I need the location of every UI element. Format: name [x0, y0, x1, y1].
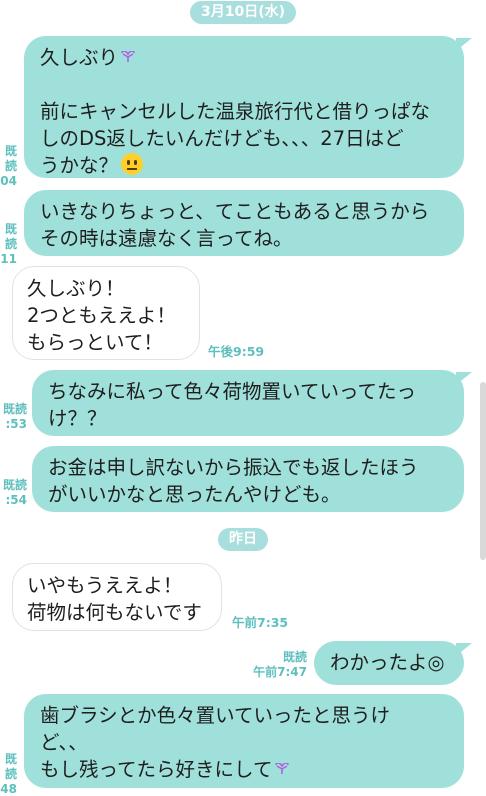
- message-text: ちなみに私って色々荷物置いていってたっ: [48, 380, 416, 403]
- message-time: 午前7:35: [232, 615, 289, 630]
- bubble-tail: [456, 38, 472, 51]
- message-text: 荷物は何もないです: [27, 601, 202, 624]
- message-text: その時は遠慮なく言ってね。: [40, 227, 293, 250]
- message-text: け？？: [48, 407, 107, 430]
- message-text: もし残ってたら好きにして: [40, 756, 450, 783]
- bubble-tail: [456, 372, 472, 385]
- bubble-tail: [456, 643, 472, 656]
- message-text: 2つともええよ！: [27, 304, 176, 327]
- message-text: [40, 71, 450, 98]
- date-separator: 3月10日(水): [189, 1, 297, 24]
- read-receipt: 既読 午前7:47: [253, 650, 307, 679]
- message-bubble-sent[interactable]: 久しぶり 前にキャンセルした温泉旅行代と借りっぱな しのDS返したいんだけども、…: [24, 36, 464, 178]
- message-time: 午後9:59: [208, 344, 265, 359]
- purple-heart-icon: [121, 51, 135, 62]
- message-text: わかったよ◎: [330, 651, 445, 674]
- message-text: 前にキャンセルした温泉旅行代と借りっぱな: [40, 100, 431, 123]
- message-bubble-received[interactable]: いやもうええよ！ 荷物は何もないです: [12, 563, 222, 631]
- message-bubble-sent[interactable]: 歯ブラシとか色々置いていったと思うけ ど、、 もし残ってたら好きにして: [24, 694, 464, 788]
- neutral-face-icon: [121, 153, 144, 175]
- message-bubble-received[interactable]: 久しぶり！ 2つともええよ！ もらっといて！: [12, 266, 200, 360]
- message-text: ど、、: [40, 731, 88, 754]
- message-text: もらっといて！: [27, 331, 163, 354]
- read-receipt: 既読:53: [2, 402, 27, 431]
- message-text: いやもうええよ！: [27, 574, 183, 597]
- read-receipt: 既読:54: [2, 478, 27, 507]
- message-bubble-sent[interactable]: わかったよ◎: [314, 641, 464, 685]
- scrollbar[interactable]: [480, 382, 486, 560]
- message-text: 久しぶり: [40, 44, 450, 71]
- message-text: うかな？: [40, 152, 450, 179]
- message-bubble-sent[interactable]: お金は申し訳ないから振込でも返したほう がいいかなと思ったんやけども。: [32, 446, 464, 512]
- message-text: お金は申し訳ないから振込でも返したほう: [48, 456, 419, 479]
- message-text: がいいかなと思ったんやけども。: [48, 483, 341, 506]
- message-text: しのDS返したいんだけども、、、27日はど: [40, 127, 404, 150]
- message-text: いきなりちょっと、てこともあると思うから: [40, 200, 430, 223]
- purple-heart-icon: [275, 763, 290, 774]
- chat-area[interactable]: 3月10日(水) 既読 04 久しぶり 前にキャンセルした温泉旅行代と借りっぱな …: [0, 0, 486, 796]
- message-bubble-sent[interactable]: いきなりちょっと、てこともあると思うから その時は遠慮なく言ってね。: [24, 190, 464, 256]
- read-receipt: 既読 48: [0, 752, 17, 796]
- read-receipt: 既読 11: [0, 222, 17, 266]
- date-separator: 昨日: [218, 528, 268, 551]
- read-receipt: 既読 04: [0, 144, 17, 188]
- message-bubble-sent[interactable]: ちなみに私って色々荷物置いていってたっ け？？: [32, 370, 464, 436]
- message-text: 歯ブラシとか色々置いていったと思うけ: [40, 704, 391, 727]
- message-text: 久しぶり！: [27, 277, 125, 300]
